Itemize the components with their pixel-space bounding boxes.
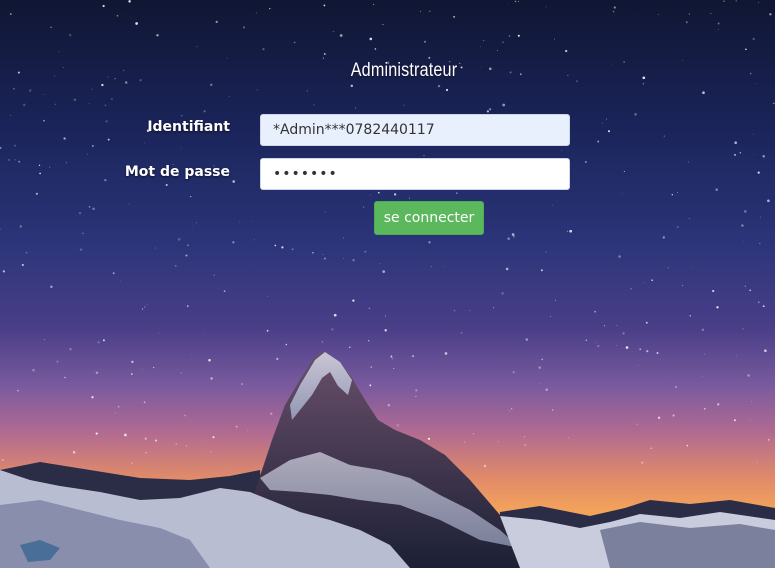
login-input[interactable]: [260, 114, 570, 146]
mountain-illustration: [0, 352, 775, 568]
page-title: Administrateur: [350, 60, 458, 81]
password-label: Mot de passe: [124, 164, 230, 180]
login-label: Identifiant: [147, 119, 230, 135]
password-input[interactable]: [260, 158, 570, 190]
login-button[interactable]: se connecter: [374, 201, 484, 235]
